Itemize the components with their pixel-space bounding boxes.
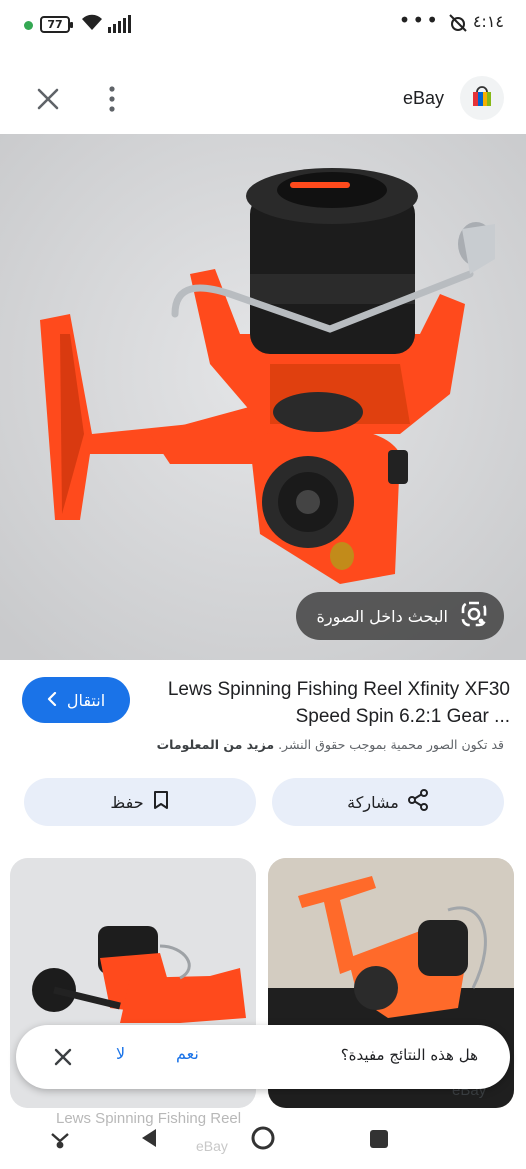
close-icon[interactable] (30, 81, 66, 117)
feedback-banner: هل هذه النتائج مفيدة؟ نعم لا (16, 1025, 510, 1089)
save-label: حفظ (110, 792, 144, 812)
close-icon[interactable] (54, 1048, 72, 1066)
feedback-yes-button[interactable]: نعم (176, 1044, 199, 1063)
feedback-no-button[interactable]: لا (116, 1044, 125, 1063)
system-nav-bar (0, 1118, 526, 1169)
result-title[interactable]: Lews Spinning Fishing Reel Xfinity XF30 … (140, 676, 510, 730)
fishing-reel-illustration (0, 134, 526, 660)
search-in-image-button[interactable]: البحث داخل الصورة (296, 592, 504, 640)
alarm-off-icon (448, 13, 468, 37)
shopping-bag-icon[interactable] (460, 76, 504, 120)
status-overflow-dots: ••• (398, 8, 440, 32)
notification-dot (24, 21, 33, 30)
visit-label: انتقال (66, 690, 106, 710)
product-image[interactable]: البحث داخل الصورة (0, 134, 526, 660)
screen: 77 ••• ٤:١٤ eBay البحث داخل الصورة انتقا… (0, 0, 526, 1169)
site-name[interactable]: eBay (403, 88, 444, 109)
share-icon (407, 789, 429, 815)
save-button[interactable]: حفظ (24, 778, 256, 826)
chevron-left-icon (47, 691, 57, 710)
top-app-bar: eBay (0, 52, 526, 134)
nav-home-icon[interactable] (250, 1125, 276, 1155)
feedback-question: هل هذه النتائج مفيدة؟ (340, 1046, 478, 1064)
clock: ٤:١٤ (472, 12, 504, 31)
battery-indicator: 77 (40, 16, 73, 33)
more-vert-icon[interactable] (100, 81, 124, 117)
share-button[interactable]: مشاركة (272, 778, 504, 826)
nav-back-icon[interactable] (138, 1126, 160, 1154)
visit-button[interactable]: انتقال (22, 677, 130, 723)
copyright-text: قد تكون الصور محمية بموجب حقوق النشر. (278, 737, 504, 752)
search-in-image-label: البحث داخل الصورة (316, 606, 448, 626)
nav-hide-keyboard-icon[interactable] (48, 1128, 72, 1154)
status-bar: 77 ••• ٤:١٤ (0, 0, 526, 52)
share-label: مشاركة (347, 792, 399, 812)
wifi-icon (80, 12, 104, 36)
nav-recents-icon[interactable] (368, 1128, 390, 1154)
signal-icon (108, 15, 132, 37)
lens-icon (460, 600, 488, 632)
learn-more-link[interactable]: مزيد من المعلومات (157, 737, 274, 752)
copyright-notice: قد تكون الصور محمية بموجب حقوق النشر. مز… (157, 737, 504, 752)
bookmark-icon (152, 790, 170, 814)
